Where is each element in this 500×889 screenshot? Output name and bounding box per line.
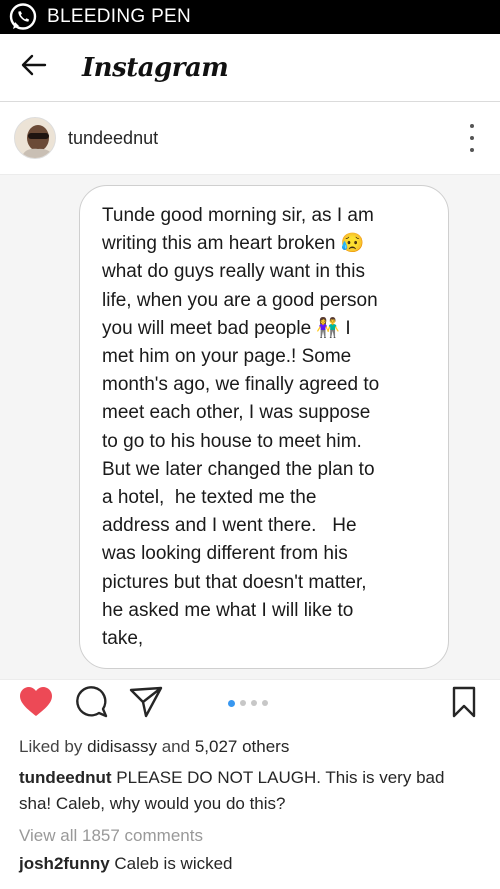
carousel-dot bbox=[228, 699, 235, 707]
back-button[interactable] bbox=[14, 48, 54, 88]
carousel-dot bbox=[240, 700, 246, 706]
share-icon bbox=[129, 685, 163, 724]
message-bubble: Tunde good morning sir, as I am writing … bbox=[79, 185, 449, 669]
more-dot bbox=[470, 148, 474, 152]
carousel-dot bbox=[262, 700, 268, 706]
likes-count[interactable]: 5,027 others bbox=[195, 737, 290, 756]
more-vertical-icon bbox=[470, 124, 474, 128]
likes-and: and bbox=[161, 737, 191, 756]
carousel-indicator bbox=[228, 699, 268, 707]
message-text: Tunde good morning sir, as I am writing … bbox=[102, 205, 380, 650]
app-header: Instagram bbox=[0, 34, 500, 102]
comment-username[interactable]: josh2funny bbox=[19, 854, 110, 873]
save-button[interactable] bbox=[446, 686, 482, 722]
more-dot bbox=[470, 136, 474, 140]
watermark-bar: BLEEDING PEN bbox=[0, 0, 500, 34]
heart-icon bbox=[19, 686, 53, 723]
comment-item: josh2funny Caleb is wicked bbox=[19, 854, 233, 874]
comment-text: Caleb is wicked bbox=[114, 854, 233, 873]
back-arrow-icon bbox=[21, 54, 47, 81]
post-header: tundeednut bbox=[0, 110, 500, 166]
more-options-button[interactable] bbox=[466, 124, 478, 152]
post-caption: tundeednut PLEASE DO NOT LAUGH. This is … bbox=[19, 765, 479, 817]
post-image[interactable]: Tunde good morning sir, as I am writing … bbox=[0, 174, 500, 680]
comment-button[interactable] bbox=[74, 685, 110, 724]
carousel-dot bbox=[251, 700, 257, 706]
caption-username[interactable]: tundeednut bbox=[19, 768, 112, 787]
post-username[interactable]: tundeednut bbox=[68, 128, 158, 149]
post-actions bbox=[0, 684, 500, 728]
avatar[interactable] bbox=[14, 117, 56, 159]
bookmark-icon bbox=[451, 686, 477, 723]
view-all-comments-link[interactable]: View all 1857 comments bbox=[19, 826, 203, 846]
like-button[interactable] bbox=[18, 686, 54, 722]
likes-summary: Liked by didisassy and 5,027 others bbox=[19, 737, 289, 757]
instagram-logo: Instagram bbox=[82, 52, 229, 83]
likes-prefix: Liked by bbox=[19, 737, 83, 756]
share-button[interactable] bbox=[128, 686, 164, 722]
watermark-text: BLEEDING PEN bbox=[47, 6, 192, 27]
comment-icon bbox=[75, 685, 109, 724]
whatsapp-icon bbox=[8, 2, 38, 32]
liked-by-user[interactable]: didisassy bbox=[87, 737, 157, 756]
